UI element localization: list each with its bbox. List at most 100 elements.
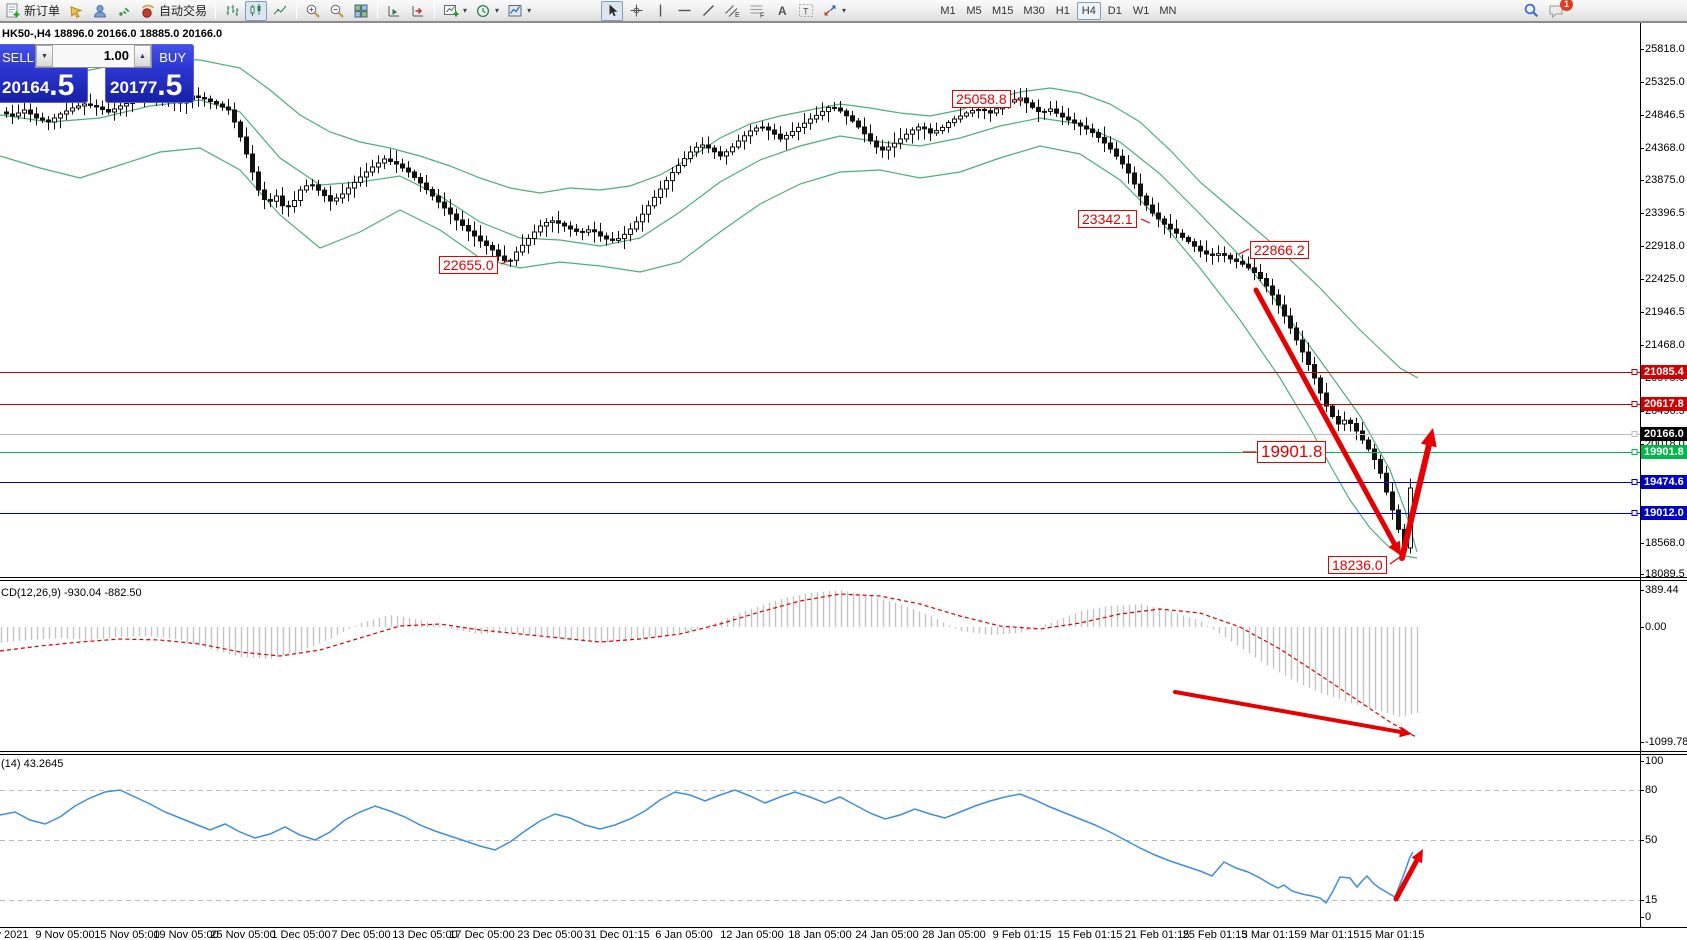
bar-chart-mode-button[interactable]	[221, 1, 243, 21]
text-a-icon: A	[775, 3, 789, 18]
time-axis-label: v 2021	[0, 929, 29, 940]
dropdown-caret-icon: ▾	[463, 6, 467, 15]
trendline-icon	[701, 3, 716, 18]
channel-tool-button[interactable]: E	[721, 1, 744, 21]
auto-trading-button[interactable]: 自动交易	[137, 1, 210, 21]
text-label-tool-button[interactable]: T	[795, 1, 817, 21]
svg-text:T: T	[803, 7, 809, 17]
time-axis-label: 1 Dec 05:00	[271, 929, 330, 940]
trendline-tool-button[interactable]	[697, 1, 719, 21]
chart-shift-icon	[386, 3, 402, 19]
price-axis-tick: 24846.5	[1645, 109, 1687, 121]
rsi-axis-tick: 0	[1645, 911, 1687, 923]
search-icon	[1523, 2, 1540, 19]
time-axis-label: 31 Dec 01:15	[584, 929, 649, 940]
period-button[interactable]: ▾	[472, 1, 502, 21]
price-axis-tick: 18089.5	[1645, 568, 1687, 580]
zoom-out-button[interactable]	[326, 1, 348, 21]
zoom-in-button[interactable]	[302, 1, 324, 21]
timeframe-button-M5[interactable]: M5	[962, 2, 986, 20]
buy-label: BUY	[159, 50, 186, 65]
volume-stepper: ▼ 1.00 ▲	[35, 44, 152, 68]
timeframe-group: M1M5M15M30H1H4D1W1MN	[936, 0, 1180, 21]
time-axis-label: 15 Mar 01:15	[1360, 929, 1425, 940]
zoom-out-icon	[329, 3, 345, 19]
timeframe-button-H4[interactable]: H4	[1077, 2, 1101, 20]
chart-annotation-label[interactable]: 22655.0	[439, 256, 498, 274]
chart-annotation-label[interactable]: 25058.8	[952, 90, 1011, 108]
toolbar-separator	[215, 3, 216, 19]
volume-increase-button[interactable]: ▲	[134, 45, 151, 67]
crosshair-tool-button[interactable]	[625, 1, 647, 21]
chart-annotation-label[interactable]: 19901.8	[1257, 441, 1326, 463]
toolbar-separator	[296, 3, 297, 19]
time-axis-label: 9 Mar 01:15	[1301, 929, 1360, 940]
timeframe-button-W1[interactable]: W1	[1129, 2, 1154, 20]
time-axis-label: 13 Dec 05:00	[392, 929, 457, 940]
horizontal-line-tool-button[interactable]	[673, 1, 695, 21]
chart-shift-button[interactable]	[383, 1, 405, 21]
new-order-icon	[5, 3, 21, 19]
macd-indicator-label: CD(12,26,9) -930.04 -882.50	[1, 587, 142, 599]
rsi-axis-tick: 80	[1645, 784, 1687, 796]
chart-canvas[interactable]	[0, 0, 1687, 940]
timeframe-button-H1[interactable]: H1	[1051, 2, 1075, 20]
time-axis-label: 24 Jan 05:00	[855, 929, 919, 940]
market-watch-button[interactable]	[65, 1, 87, 21]
time-axis-label: 23 Dec 05:00	[517, 929, 582, 940]
candle-chart-mode-button[interactable]	[245, 1, 267, 21]
timeframe-button-M30[interactable]: M30	[1019, 2, 1048, 20]
time-axis-label: 25 Feb 01:15	[1183, 929, 1248, 940]
new-order-button[interactable]: 新订单	[2, 1, 63, 21]
sell-price-main: 20164	[2, 75, 49, 101]
chart-ohlc-header: HK50-,H4 18896.0 20166.0 18885.0 20166.0	[2, 28, 222, 40]
arrows-tool-button[interactable]: ▾	[819, 1, 849, 21]
volume-decrease-button[interactable]: ▼	[36, 45, 53, 67]
new-order-label: 新订单	[24, 2, 60, 19]
volume-value[interactable]: 1.00	[53, 45, 134, 67]
time-axis-label: 17 Dec 05:00	[449, 929, 514, 940]
notification-badge: 1	[1560, 0, 1573, 11]
notifications-button[interactable]: 1	[1545, 1, 1568, 21]
sell-label: SELL	[2, 50, 34, 65]
cursor-tool-button[interactable]	[601, 1, 623, 21]
chart-annotation-label[interactable]: 18236.0	[1328, 556, 1387, 574]
buy-price: 20177.5	[110, 71, 182, 101]
timeframe-button-M15[interactable]: M15	[988, 2, 1017, 20]
price-line-label: 19474.6	[1641, 475, 1687, 489]
dropdown-caret-icon: ▾	[527, 6, 531, 15]
text-tool-button[interactable]: A	[771, 1, 793, 21]
macd-axis-tick: -1099.78	[1645, 736, 1687, 748]
profile-button[interactable]	[89, 1, 111, 21]
timeframe-button-D1[interactable]: D1	[1103, 2, 1127, 20]
price-line-label: 20166.0	[1641, 427, 1687, 441]
price-axis-tick: 18568.0	[1645, 537, 1687, 549]
chart-annotation-label[interactable]: 22866.2	[1250, 241, 1309, 259]
bar-chart-icon	[224, 3, 240, 19]
auto-scroll-button[interactable]	[407, 1, 429, 21]
price-axis-tick: 23396.5	[1645, 207, 1687, 219]
price-axis-tick: 22918.0	[1645, 240, 1687, 252]
chart-annotation-label[interactable]: 23342.1	[1078, 210, 1137, 228]
add-indicator-button[interactable]: ▾	[440, 1, 470, 21]
signal-button[interactable]	[113, 1, 135, 21]
down-arrow-icon: ▼	[41, 53, 48, 60]
timeframe-button-MN[interactable]: MN	[1155, 2, 1180, 20]
template-button[interactable]: ▾	[504, 1, 534, 21]
cursor-icon	[605, 3, 620, 18]
time-axis-label: 25 Nov 05:00	[210, 929, 275, 940]
vertical-line-tool-button[interactable]	[649, 1, 671, 21]
tile-windows-button[interactable]	[350, 1, 372, 21]
mt4-window: { "toolbar": { "new_order_label": "新订单",…	[0, 0, 1687, 940]
fibonacci-icon: F	[749, 3, 766, 18]
up-arrow-icon: ▲	[139, 53, 146, 60]
arrows-icon	[822, 3, 838, 18]
main-toolbar: 新订单 自动交易	[0, 0, 1687, 23]
add-indicator-icon	[443, 3, 459, 19]
rsi-axis-tick: 100	[1645, 755, 1687, 767]
fibonacci-tool-button[interactable]: F	[746, 1, 769, 21]
search-button[interactable]	[1520, 1, 1543, 21]
line-chart-mode-button[interactable]	[269, 1, 291, 21]
timeframe-button-M1[interactable]: M1	[936, 2, 960, 20]
dropdown-caret-icon: ▾	[842, 6, 846, 15]
